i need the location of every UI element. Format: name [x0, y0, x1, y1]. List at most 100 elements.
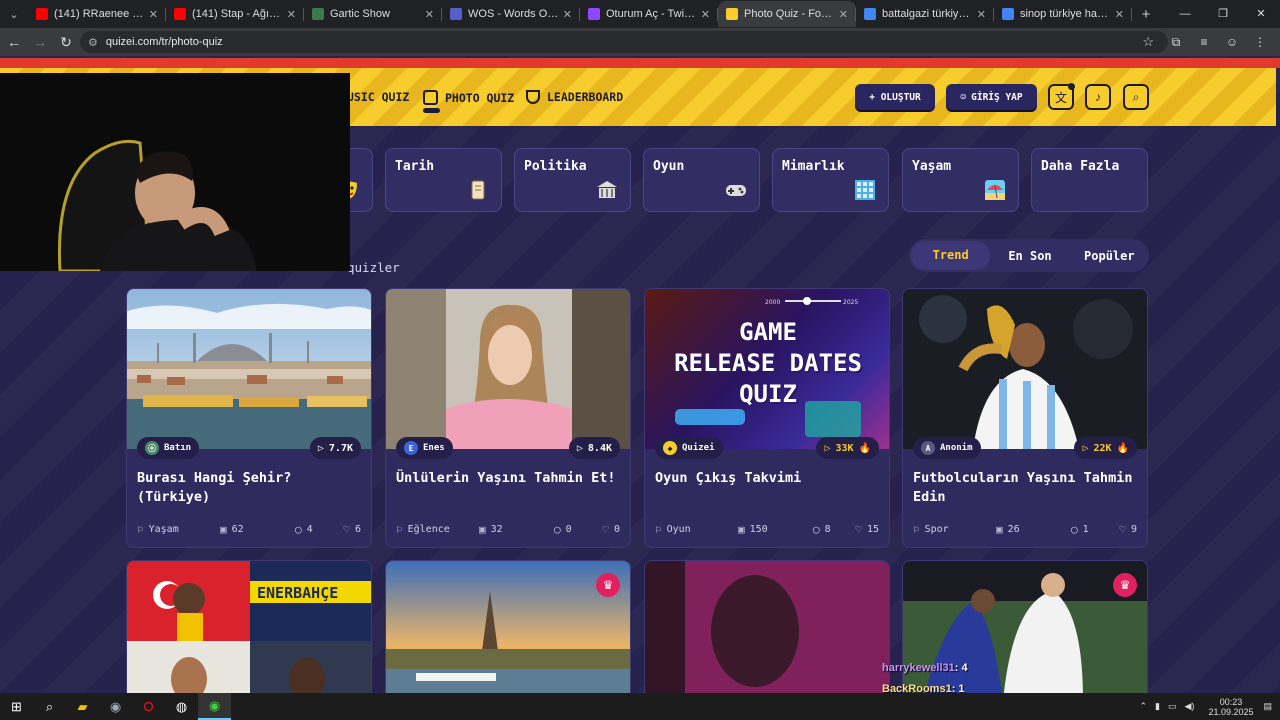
toolbar-right: ⧉ ≡ ☺ ⋮	[1162, 28, 1274, 56]
category-card[interactable]: Yaşam	[902, 148, 1019, 212]
bell-icon: ♪	[1095, 90, 1101, 104]
tab-close-icon[interactable]: ✕	[701, 8, 710, 21]
quiz-title[interactable]: Ünlülerin Yaşını Tahmin Et!	[396, 469, 624, 488]
category-card[interactable]: Mimarlık	[772, 148, 889, 212]
author-chip[interactable]: ⦿ Batın	[137, 437, 200, 459]
close-window-button[interactable]: ✕	[1242, 0, 1280, 28]
volume-icon[interactable]: ◀)	[1185, 701, 1195, 712]
webcam-overlay	[0, 73, 350, 271]
notification-icon[interactable]: ▤	[1263, 701, 1272, 712]
heart-icon[interactable]: ♡	[602, 523, 609, 536]
new-tab-button[interactable]: +	[1132, 6, 1160, 23]
minimize-button[interactable]: —	[1166, 0, 1204, 28]
tab-close-icon[interactable]: ✕	[839, 8, 848, 21]
quiz-category[interactable]: Oyun	[667, 524, 691, 535]
nav-music-quiz[interactable]: USIC QUIZ	[347, 90, 409, 104]
play-icon: ▷	[1082, 442, 1089, 454]
quiz-category[interactable]: Yaşam	[149, 524, 179, 535]
browser-tab[interactable]: Gartic Show ✕	[304, 1, 442, 27]
author-name: Quizei	[682, 443, 715, 453]
tab-close-icon[interactable]: ✕	[977, 8, 986, 21]
file-explorer-button[interactable]: ▰	[66, 693, 99, 720]
menu-icon[interactable]: ⋮	[1246, 35, 1274, 49]
opera-button[interactable]: O	[132, 693, 165, 720]
browser-tab[interactable]: battalgazi türkiye - Googl... ✕	[856, 1, 994, 27]
mic-icon[interactable]: ▮	[1155, 701, 1160, 712]
quiz-card-preview[interactable]: ENERBAHÇE	[126, 560, 372, 693]
quiz-title[interactable]: Burası Hangi Şehir? (Türkiye)	[137, 469, 365, 507]
quiz-card-preview[interactable]	[644, 560, 890, 693]
tab-close-icon[interactable]: ✕	[1115, 8, 1124, 21]
app-button[interactable]: ◉	[99, 693, 132, 720]
quiz-card[interactable]: E Enes ▷ 8.4K Ünlülerin Yaşını Tahmin Et…	[385, 288, 631, 548]
browser-tab[interactable]: WOS - Words On Stream ✕	[442, 1, 580, 27]
create-button[interactable]: + OLUŞTUR	[855, 84, 935, 110]
tray-overflow-icon[interactable]: ⌃	[1140, 701, 1148, 712]
category-card[interactable]: Oyun	[643, 148, 760, 212]
network-icon[interactable]: ▭	[1168, 701, 1177, 712]
quiz-meta: ⚐ Oyun ▣ 150 ◯ 8 ♡ 15	[655, 523, 879, 536]
browser-tab[interactable]: (141) Stap - Ağır ol abi (ft... ✕	[166, 1, 304, 27]
quiz-card[interactable]: A Anonim ▷ 22K 🔥 Futbolcuların Yaşını Ta…	[902, 288, 1148, 548]
notifications-button[interactable]: ♪	[1085, 84, 1111, 110]
forward-button[interactable]: →	[28, 34, 52, 50]
quiz-category[interactable]: Spor	[925, 524, 949, 535]
profile-icon[interactable]: ☺	[1218, 35, 1246, 49]
category-card[interactable]: Politika	[514, 148, 631, 212]
quiz-title[interactable]: Oyun Çıkış Takvimi	[655, 469, 883, 488]
browser-tab[interactable]: Oturum Aç - Twitch ✕	[580, 1, 718, 27]
tab-close-icon[interactable]: ✕	[563, 8, 572, 21]
language-button[interactable]: 文	[1048, 83, 1075, 110]
tab-title: (141) Stap - Ağır ol abi (ft...	[192, 8, 283, 20]
sort-popular[interactable]: Popüler	[1070, 249, 1149, 263]
tab-search-button[interactable]: ⌄	[0, 0, 28, 28]
browser-tab[interactable]: sinop türkiye haritası - Go... ✕	[994, 1, 1132, 27]
clock-time: 00:23	[1219, 696, 1243, 707]
obs-button[interactable]: ◍	[165, 693, 198, 720]
site-info-icon[interactable]: ⚙	[88, 36, 98, 49]
bookmark-star-icon[interactable]: ☆	[1142, 34, 1154, 50]
user-icon: ☺	[960, 91, 967, 103]
category-card[interactable]: Daha Fazla	[1031, 148, 1148, 212]
tab-close-icon[interactable]: ✕	[425, 8, 434, 21]
back-button[interactable]: ←	[2, 34, 26, 50]
nav-music-label: USIC QUIZ	[347, 90, 410, 104]
clock[interactable]: 00:23 21.09.2025	[1208, 697, 1253, 717]
sort-latest[interactable]: En Son	[990, 249, 1069, 263]
search-button[interactable]: ⌕	[1123, 84, 1149, 110]
login-button[interactable]: ☺ GİRİŞ YAP	[946, 84, 1037, 110]
author-chip[interactable]: ◆ Quizei	[655, 437, 723, 459]
address-bar[interactable]: ⚙ quizei.com/tr/photo-quiz ☆	[80, 31, 1168, 53]
quiz-card[interactable]: ⦿ Batın ▷ 7.7K Burası Hangi Şehir? (Türk…	[126, 288, 372, 548]
heart-icon[interactable]: ♡	[343, 523, 350, 536]
author-chip[interactable]: A Anonim	[913, 437, 981, 459]
plays-chip: ▷ 7.7K	[309, 437, 361, 459]
quiz-meta: ⚐ Yaşam ▣ 62 ◯ 4 ♡ 6	[137, 523, 361, 536]
obs-icon: ◍	[175, 698, 188, 714]
browser-tab[interactable]: (141) RRaenee Çiziyor Ch... ✕	[28, 1, 166, 27]
tab-favicon-icon	[312, 8, 324, 20]
restore-button[interactable]: ❐	[1204, 0, 1242, 28]
quiz-title[interactable]: Futbolcuların Yaşını Tahmin Edin	[913, 469, 1141, 507]
heart-icon[interactable]: ♡	[855, 523, 862, 536]
heart-icon[interactable]: ♡	[1119, 523, 1126, 536]
quiz-card-preview[interactable]: ♛	[385, 560, 631, 693]
browser-tab[interactable]: Photo Quiz - Fotoğrafın t... ✕	[718, 1, 856, 27]
sort-trend[interactable]: Trend	[911, 241, 991, 270]
quiz-card[interactable]: 2000 2025 GAME RELEASE DATES QUIZ ◆ Quiz…	[644, 288, 890, 548]
tab-close-icon[interactable]: ✕	[287, 8, 296, 21]
category-card[interactable]: Tarih	[385, 148, 502, 212]
quiz-category[interactable]: Eğlence	[408, 524, 450, 535]
reload-button[interactable]: ↻	[54, 34, 78, 51]
quiz-meta: ⚐ Eğlence ▣ 32 ◯ 0 ♡ 0	[396, 523, 620, 536]
nav-leaderboard[interactable]: LEADERBOARD	[526, 90, 623, 104]
start-button[interactable]: ⊞	[0, 693, 33, 720]
nav-photo-quiz[interactable]: PHOTO QUIZ	[423, 90, 514, 113]
chrome-button[interactable]: ◉	[198, 693, 231, 720]
scroll-icon	[465, 178, 491, 204]
tab-close-icon[interactable]: ✕	[149, 8, 158, 21]
extensions-icon[interactable]: ⧉	[1162, 35, 1190, 50]
author-chip[interactable]: E Enes	[396, 437, 453, 459]
media-control-icon[interactable]: ≡	[1190, 35, 1218, 49]
search-taskbar-button[interactable]: ⌕	[33, 693, 66, 720]
